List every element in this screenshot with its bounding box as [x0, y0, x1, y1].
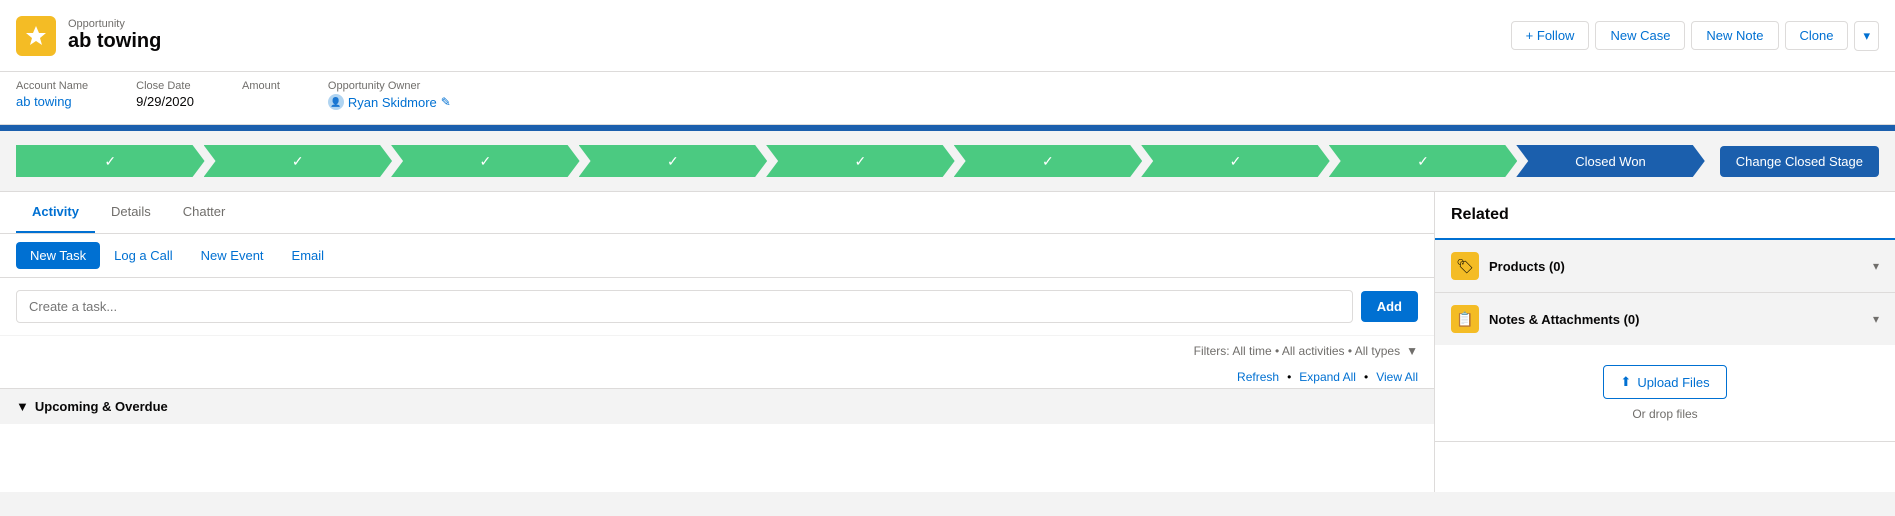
sub-tab-new-task[interactable]: New Task — [16, 242, 100, 269]
notes-section-header[interactable]: 📋 Notes & Attachments (0) ▾ — [1435, 293, 1895, 345]
notes-section: 📋 Notes & Attachments (0) ▾ ⬆ Upload Fil… — [1435, 293, 1895, 442]
owner-row: 👤 Ryan Skidmore ✎ — [328, 94, 451, 110]
account-name-link[interactable]: ab towing — [16, 94, 72, 109]
drop-files-text: Or drop files — [1451, 407, 1879, 421]
task-input[interactable] — [16, 290, 1353, 323]
owner-link[interactable]: Ryan Skidmore — [348, 95, 437, 110]
follow-button[interactable]: + Follow — [1511, 21, 1590, 50]
stage-1-check: ✓ — [104, 153, 116, 170]
stage-active[interactable]: Closed Won — [1516, 145, 1705, 177]
stage-6-check: ✓ — [1042, 153, 1054, 170]
notes-section-title: Notes & Attachments (0) — [1489, 312, 1863, 327]
meta-row: Account Name ab towing Close Date 9/29/2… — [0, 72, 1895, 125]
main-tabs: Activity Details Chatter — [0, 192, 1434, 234]
upload-files-button[interactable]: ⬆ Upload Files — [1603, 365, 1726, 399]
upcoming-label: Upcoming & Overdue — [35, 399, 168, 414]
object-name: ab towing — [68, 30, 161, 53]
products-section-title: Products (0) — [1489, 259, 1863, 274]
tab-chatter[interactable]: Chatter — [167, 192, 242, 233]
related-header: Related — [1435, 192, 1895, 240]
notes-chevron-icon: ▾ — [1873, 312, 1879, 326]
change-closed-stage-button[interactable]: Change Closed Stage — [1720, 146, 1879, 177]
header-left: Opportunity ab towing — [16, 16, 161, 56]
stage-6: ✓ — [954, 145, 1143, 177]
owner-avatar: 👤 — [328, 94, 344, 110]
stage-8: ✓ — [1329, 145, 1518, 177]
refresh-link[interactable]: Refresh — [1237, 370, 1279, 384]
stage-active-label: Closed Won — [1575, 154, 1646, 169]
owner-label: Opportunity Owner — [328, 80, 451, 92]
stage-4: ✓ — [579, 145, 768, 177]
stage-3: ✓ — [391, 145, 580, 177]
close-date-field: Close Date 9/29/2020 — [136, 80, 194, 110]
amount-label: Amount — [242, 80, 280, 92]
sub-tab-new-event[interactable]: New Event — [187, 242, 278, 269]
add-task-button[interactable]: Add — [1361, 291, 1418, 322]
title-block: Opportunity ab towing — [68, 18, 161, 53]
sub-tabs: New Task Log a Call New Event Email — [0, 234, 1434, 278]
filters-row: Filters: All time • All activities • All… — [0, 336, 1434, 366]
right-panel: Related 🏷 Products (0) ▾ 📋 Notes & Attac… — [1435, 192, 1895, 492]
sub-tab-log-call[interactable]: Log a Call — [100, 242, 187, 269]
filters-links: Refresh • Expand All • View All — [0, 366, 1434, 388]
header-right: + Follow New Case New Note Clone ▾ — [1511, 21, 1879, 51]
filter-icon[interactable]: ▼ — [1406, 344, 1418, 358]
stage-bar-container: ✓ ✓ ✓ ✓ ✓ ✓ ✓ ✓ Closed Won Change Closed… — [0, 131, 1895, 192]
close-date-value: 9/29/2020 — [136, 94, 194, 109]
account-name-value: ab towing — [16, 94, 88, 109]
owner-field: Opportunity Owner 👤 Ryan Skidmore ✎ — [328, 80, 451, 110]
notes-icon: 📋 — [1451, 305, 1479, 333]
stages: ✓ ✓ ✓ ✓ ✓ ✓ ✓ ✓ Closed Won — [16, 145, 1704, 177]
stage-7-check: ✓ — [1230, 153, 1242, 170]
upcoming-collapse-icon: ▼ — [16, 399, 29, 414]
new-case-button[interactable]: New Case — [1595, 21, 1685, 50]
close-date-label: Close Date — [136, 80, 194, 92]
clone-button[interactable]: Clone — [1785, 21, 1849, 50]
object-type: Opportunity — [68, 18, 161, 30]
products-section: 🏷 Products (0) ▾ — [1435, 240, 1895, 293]
stage-8-check: ✓ — [1417, 153, 1429, 170]
tab-activity[interactable]: Activity — [16, 192, 95, 233]
task-input-row: Add — [0, 278, 1434, 336]
stage-4-check: ✓ — [667, 153, 679, 170]
left-panel: Activity Details Chatter New Task Log a … — [0, 192, 1435, 492]
products-icon: 🏷 — [1451, 252, 1479, 280]
more-actions-dropdown[interactable]: ▾ — [1854, 21, 1879, 51]
stage-5-check: ✓ — [855, 153, 867, 170]
view-all-link[interactable]: View All — [1376, 370, 1418, 384]
products-section-header[interactable]: 🏷 Products (0) ▾ — [1435, 240, 1895, 292]
filters-text: Filters: All time • All activities • All… — [1194, 344, 1400, 358]
stage-2-check: ✓ — [292, 153, 304, 170]
opportunity-icon — [16, 16, 56, 56]
products-chevron-icon: ▾ — [1873, 259, 1879, 273]
tab-details[interactable]: Details — [95, 192, 167, 233]
owner-edit-icon[interactable]: ✎ — [441, 95, 451, 109]
stage-3-check: ✓ — [479, 153, 491, 170]
stage-5: ✓ — [766, 145, 955, 177]
account-name-field: Account Name ab towing — [16, 80, 88, 110]
main-content: Activity Details Chatter New Task Log a … — [0, 192, 1895, 492]
stage-2: ✓ — [204, 145, 393, 177]
new-note-button[interactable]: New Note — [1691, 21, 1778, 50]
upload-icon: ⬆ — [1620, 374, 1631, 390]
account-name-label: Account Name — [16, 80, 88, 92]
upcoming-section-header[interactable]: ▼ Upcoming & Overdue — [0, 388, 1434, 424]
sub-tab-email[interactable]: Email — [278, 242, 339, 269]
amount-field: Amount — [242, 80, 280, 110]
expand-all-link[interactable]: Expand All — [1299, 370, 1356, 384]
upload-area: ⬆ Upload Files Or drop files — [1435, 345, 1895, 441]
top-header: Opportunity ab towing + Follow New Case … — [0, 0, 1895, 72]
stage-1: ✓ — [16, 145, 205, 177]
stage-7: ✓ — [1141, 145, 1330, 177]
